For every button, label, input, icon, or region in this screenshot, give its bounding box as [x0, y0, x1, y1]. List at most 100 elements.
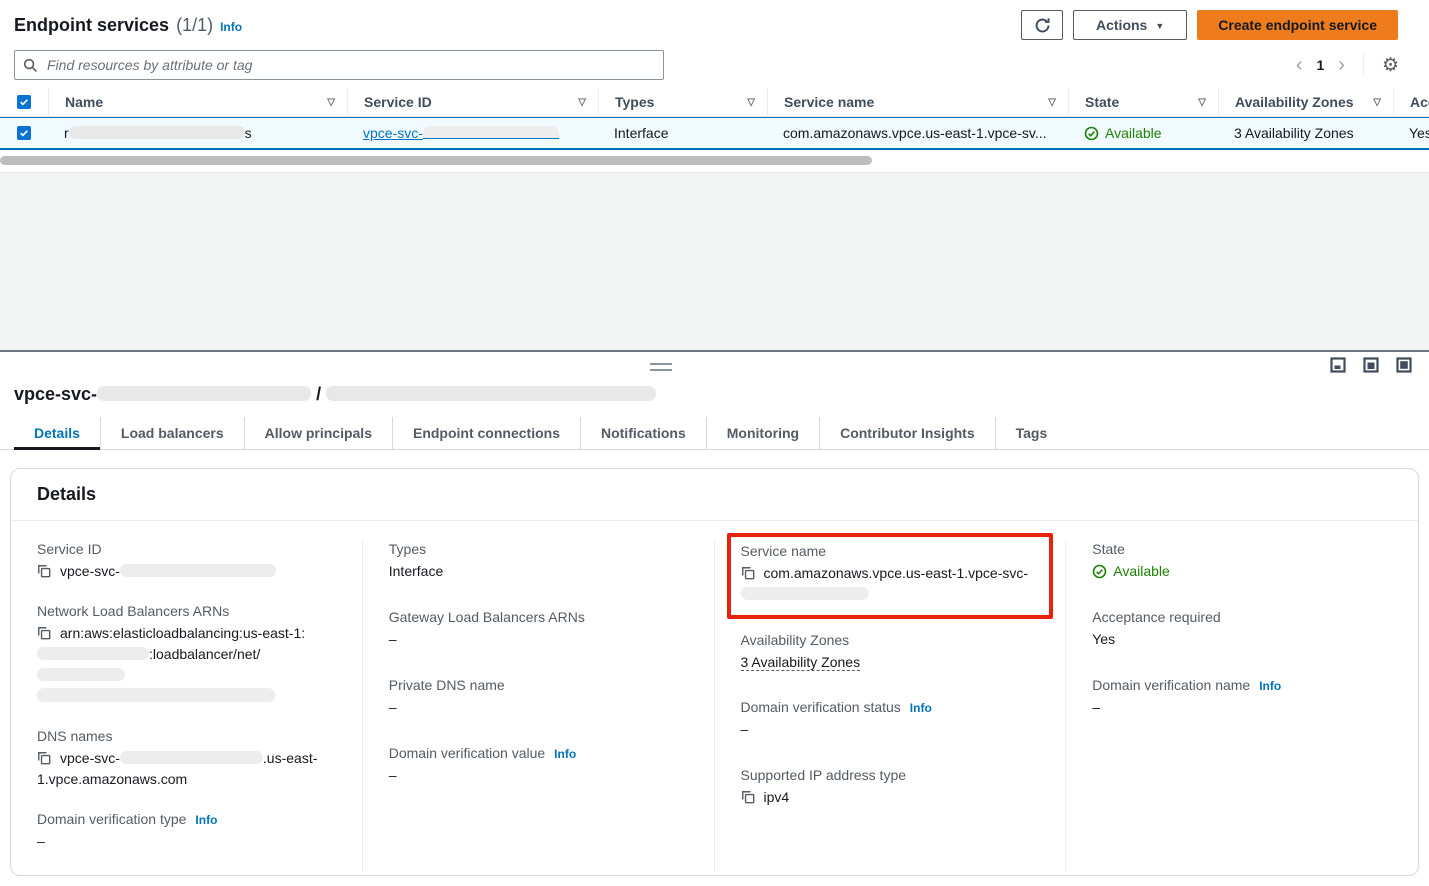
field-domain-verification-name: Domain verification name Info –	[1092, 677, 1392, 718]
column-header-acceptance[interactable]: Acceptance required	[1393, 88, 1429, 116]
copy-icon[interactable]	[37, 626, 51, 640]
preferences-gear-icon[interactable]: ⚙	[1382, 56, 1399, 75]
info-link[interactable]: Info	[220, 20, 242, 34]
field-label: Types	[389, 541, 688, 557]
next-page-icon[interactable]: ›	[1338, 55, 1345, 75]
sort-icon: ▽	[1198, 97, 1206, 108]
tab-contributor-insights[interactable]: Contributor Insights	[819, 417, 995, 450]
field-value: –	[1092, 697, 1392, 718]
field-value: –	[389, 697, 688, 718]
split-panel-controls	[0, 352, 1429, 382]
cell-name: rs	[48, 125, 347, 141]
info-link[interactable]: Info	[1259, 679, 1281, 693]
details-column-1: Service ID vpce-svc- Network Load Balanc…	[11, 541, 363, 873]
refresh-button[interactable]	[1021, 10, 1063, 40]
column-header-service-name[interactable]: Service name ▽	[767, 88, 1068, 116]
column-header-availability-zones[interactable]: Availability Zones ▽	[1218, 88, 1393, 116]
panel-size-small-icon[interactable]	[1330, 357, 1346, 373]
panel-size-full-icon[interactable]	[1396, 357, 1412, 373]
sort-icon: ▽	[327, 97, 335, 108]
column-header-service-id[interactable]: Service ID ▽	[347, 88, 598, 116]
select-all-checkbox[interactable]	[17, 95, 31, 109]
service-id-link[interactable]: vpce-svc-	[363, 125, 559, 141]
details-card-body: Service ID vpce-svc- Network Load Balanc…	[11, 521, 1418, 875]
copy-icon[interactable]	[37, 751, 51, 765]
details-column-3: Service name com.amazonaws.vpce.us-east-…	[715, 541, 1067, 873]
actions-button[interactable]: Actions ▼	[1073, 10, 1187, 40]
field-label: Domain verification status	[741, 699, 901, 715]
info-link[interactable]: Info	[195, 813, 217, 827]
details-card-title: Details	[37, 484, 96, 504]
field-label-row: Domain verification value Info	[389, 745, 688, 761]
toolbar-row: ‹ 1 › ⚙	[0, 44, 1429, 88]
create-endpoint-service-button[interactable]: Create endpoint service	[1197, 10, 1398, 40]
row-checkbox[interactable]	[17, 126, 31, 140]
cell-types: Interface	[598, 125, 767, 141]
title-group: Endpoint services (1/1) Info	[14, 15, 242, 36]
previous-page-icon[interactable]: ‹	[1296, 55, 1303, 75]
copy-icon[interactable]	[741, 566, 755, 580]
field-label: Service name	[741, 543, 1040, 559]
select-all-checkbox-cell	[0, 88, 48, 116]
column-header-name-label: Name	[65, 94, 103, 110]
tab-allow-principals[interactable]: Allow principals	[244, 417, 392, 450]
cell-state: Available	[1068, 125, 1218, 141]
search-input[interactable]	[45, 56, 655, 74]
tab-bar: Details Load balancers Allow principals …	[0, 417, 1429, 450]
availability-zones-popover-link[interactable]: 3 Availability Zones	[741, 654, 861, 671]
search-box[interactable]	[14, 50, 664, 80]
column-header-state[interactable]: State ▽	[1068, 88, 1218, 116]
tab-load-balancers[interactable]: Load balancers	[100, 417, 244, 450]
field-nlb-arns: Network Load Balancers ARNs arn:aws:elas…	[37, 603, 336, 707]
column-header-name[interactable]: Name ▽	[48, 88, 347, 116]
tab-tags[interactable]: Tags	[995, 417, 1068, 450]
field-value: ipv4	[764, 789, 790, 805]
info-link[interactable]: Info	[910, 701, 932, 715]
availability-zones-popover-link[interactable]: 3 Availability Zones	[1234, 125, 1354, 141]
service-id-link-text: vpce-svc-	[363, 125, 423, 141]
actions-button-label: Actions	[1096, 17, 1147, 33]
redacted-text	[37, 647, 149, 660]
table-row[interactable]: rs vpce-svc- Interface com.amazonaws.vpc…	[0, 117, 1429, 150]
field-types: Types Interface	[389, 541, 688, 582]
field-value: –	[741, 719, 1040, 740]
column-header-types[interactable]: Types ▽	[598, 88, 767, 116]
field-label: State	[1092, 541, 1392, 557]
cell-availability-zones: 3 Availability Zones	[1218, 125, 1393, 141]
field-service-id: Service ID vpce-svc-	[37, 541, 336, 582]
column-header-acceptance-label: Acceptance required	[1410, 94, 1429, 110]
header-actions: Actions ▼ Create endpoint service	[1021, 10, 1398, 40]
field-label: Domain verification value	[389, 745, 545, 761]
column-header-types-label: Types	[615, 94, 654, 110]
copy-icon[interactable]	[741, 790, 755, 804]
split-panel-drag-handle[interactable]	[650, 363, 672, 371]
redacted-text	[37, 688, 275, 702]
tab-notifications[interactable]: Notifications	[580, 417, 706, 450]
current-page-number[interactable]: 1	[1316, 57, 1324, 73]
tab-endpoint-connections[interactable]: Endpoint connections	[392, 417, 580, 450]
page-title: Endpoint services	[14, 15, 169, 36]
field-glb-arns: Gateway Load Balancers ARNs –	[389, 609, 688, 650]
resource-count: (1/1)	[176, 15, 213, 36]
horizontal-scrollbar-thumb[interactable]	[0, 156, 872, 165]
info-link[interactable]: Info	[554, 747, 576, 761]
tab-monitoring[interactable]: Monitoring	[706, 417, 819, 450]
tab-details[interactable]: Details	[14, 417, 100, 450]
field-state: State Available	[1092, 541, 1392, 582]
panel-size-controls	[1330, 357, 1412, 373]
field-label: Acceptance required	[1092, 609, 1392, 625]
panel-title-separator: /	[316, 384, 321, 404]
field-value: Yes	[1092, 629, 1392, 650]
copy-icon[interactable]	[37, 564, 51, 578]
field-acceptance-required: Acceptance required Yes	[1092, 609, 1392, 650]
field-label: Domain verification name	[1092, 677, 1250, 693]
page: Endpoint services (1/1) Info Actions ▼ C…	[0, 0, 1429, 886]
panel-size-medium-icon[interactable]	[1363, 357, 1379, 373]
redacted-text	[423, 126, 559, 139]
header-row: Endpoint services (1/1) Info Actions ▼ C…	[0, 0, 1429, 44]
column-header-service-name-label: Service name	[784, 94, 874, 110]
field-label-row: Domain verification typeInfo	[37, 811, 336, 827]
refresh-icon	[1034, 17, 1051, 34]
sort-icon: ▽	[1048, 97, 1056, 108]
panel-title-prefix: vpce-svc-	[14, 384, 97, 404]
